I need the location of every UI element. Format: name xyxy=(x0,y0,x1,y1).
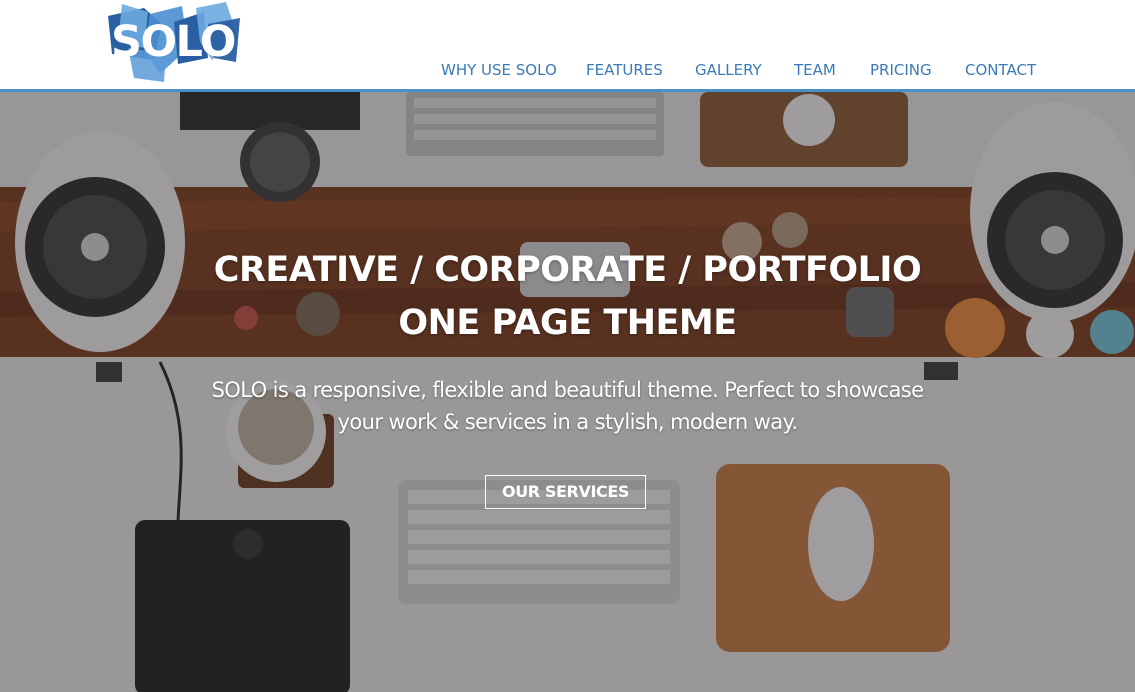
nav-team[interactable]: TEAM xyxy=(794,61,836,79)
logo-graphic: SOLO xyxy=(108,2,240,82)
hero-title-line1: CREATIVE / CORPORATE / PORTFOLIO xyxy=(213,250,922,290)
hero-subtitle-line2: your work & services in a stylish, moder… xyxy=(337,410,798,434)
our-services-button[interactable]: OUR SERVICES xyxy=(485,475,646,509)
logo-text: SOLO xyxy=(111,17,235,67)
hero-subtitle-line1: SOLO is a responsive, flexible and beaut… xyxy=(211,378,924,402)
nav-pricing[interactable]: PRICING xyxy=(870,61,932,79)
nav-gallery[interactable]: GALLERY xyxy=(695,61,762,79)
nav-contact[interactable]: CONTACT xyxy=(965,61,1036,79)
solo-logo[interactable]: SOLO xyxy=(104,2,242,84)
site-header: SOLO WHY USE SOLO FEATURES GALLERY TEAM … xyxy=(0,0,1135,92)
nav-features[interactable]: FEATURES xyxy=(586,61,663,79)
nav-why-use-solo[interactable]: WHY USE SOLO xyxy=(441,61,557,79)
hero-section: CREATIVE / CORPORATE / PORTFOLIO ONE PAG… xyxy=(0,92,1135,692)
hero-title-line2: ONE PAGE THEME xyxy=(398,303,737,343)
